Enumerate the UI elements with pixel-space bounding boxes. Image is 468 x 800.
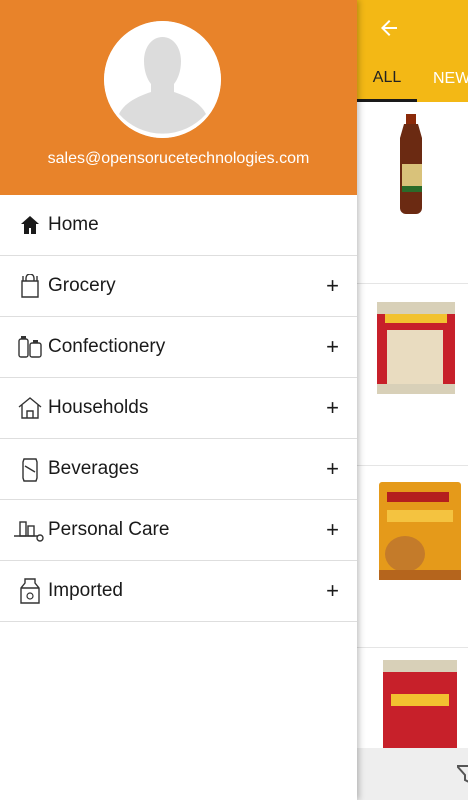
menu-item-home[interactable]: Home bbox=[0, 195, 357, 256]
filter-icon[interactable] bbox=[454, 764, 468, 789]
user-email: sales@opensorucetechnologies.com bbox=[47, 150, 310, 167]
product-card[interactable] bbox=[357, 466, 468, 648]
menu-item-households[interactable]: Households + bbox=[0, 378, 357, 439]
multigrain-pack-image bbox=[379, 482, 461, 580]
expand-icon[interactable]: + bbox=[326, 580, 339, 602]
avatar[interactable] bbox=[104, 21, 221, 138]
menu-item-grocery[interactable]: Grocery + bbox=[0, 256, 357, 317]
expand-icon[interactable]: + bbox=[326, 519, 339, 541]
menu-item-label: Personal Care bbox=[48, 519, 170, 540]
back-arrow-icon[interactable] bbox=[372, 10, 406, 46]
drawer-menu: Home Grocery + Confectionery + Household… bbox=[0, 195, 357, 622]
toiletries-icon bbox=[12, 516, 46, 544]
home-icon bbox=[16, 211, 44, 239]
tab-new[interactable]: NEW bbox=[433, 56, 468, 102]
product-card[interactable] bbox=[357, 102, 468, 284]
menu-item-label: Beverages bbox=[48, 458, 139, 479]
menu-item-beverages[interactable]: Beverages + bbox=[0, 439, 357, 500]
menu-item-personal-care[interactable]: Personal Care + bbox=[0, 500, 357, 561]
menu-item-label: Imported bbox=[48, 580, 123, 601]
menu-item-label: Grocery bbox=[48, 275, 116, 296]
product-card[interactable] bbox=[357, 648, 468, 748]
expand-icon[interactable]: + bbox=[326, 458, 339, 480]
menu-item-label: Households bbox=[48, 397, 149, 418]
jars-icon bbox=[16, 333, 44, 361]
atta-pack-image bbox=[383, 660, 457, 748]
soda-can-icon bbox=[16, 455, 44, 483]
bottom-bar bbox=[357, 748, 468, 800]
product-card[interactable] bbox=[357, 284, 468, 466]
menu-item-imported[interactable]: Imported + bbox=[0, 561, 357, 622]
grocery-bag-icon bbox=[16, 272, 44, 300]
menu-item-label: Home bbox=[48, 214, 99, 235]
milk-carton-icon bbox=[16, 577, 44, 605]
drawer-header: sales@opensorucetechnologies.com bbox=[0, 0, 357, 195]
atta-pack-image bbox=[377, 302, 455, 394]
expand-icon[interactable]: + bbox=[326, 275, 339, 297]
expand-icon[interactable]: + bbox=[326, 397, 339, 419]
oil-bottle-image bbox=[400, 114, 422, 214]
tab-all[interactable]: ALL bbox=[357, 56, 417, 102]
menu-item-confectionery[interactable]: Confectionery + bbox=[0, 317, 357, 378]
user-silhouette-icon bbox=[104, 21, 221, 138]
menu-item-label: Confectionery bbox=[48, 336, 166, 357]
expand-icon[interactable]: + bbox=[326, 336, 339, 358]
house-icon bbox=[16, 394, 44, 422]
navigation-drawer: sales@opensorucetechnologies.com Home Gr… bbox=[0, 0, 357, 800]
